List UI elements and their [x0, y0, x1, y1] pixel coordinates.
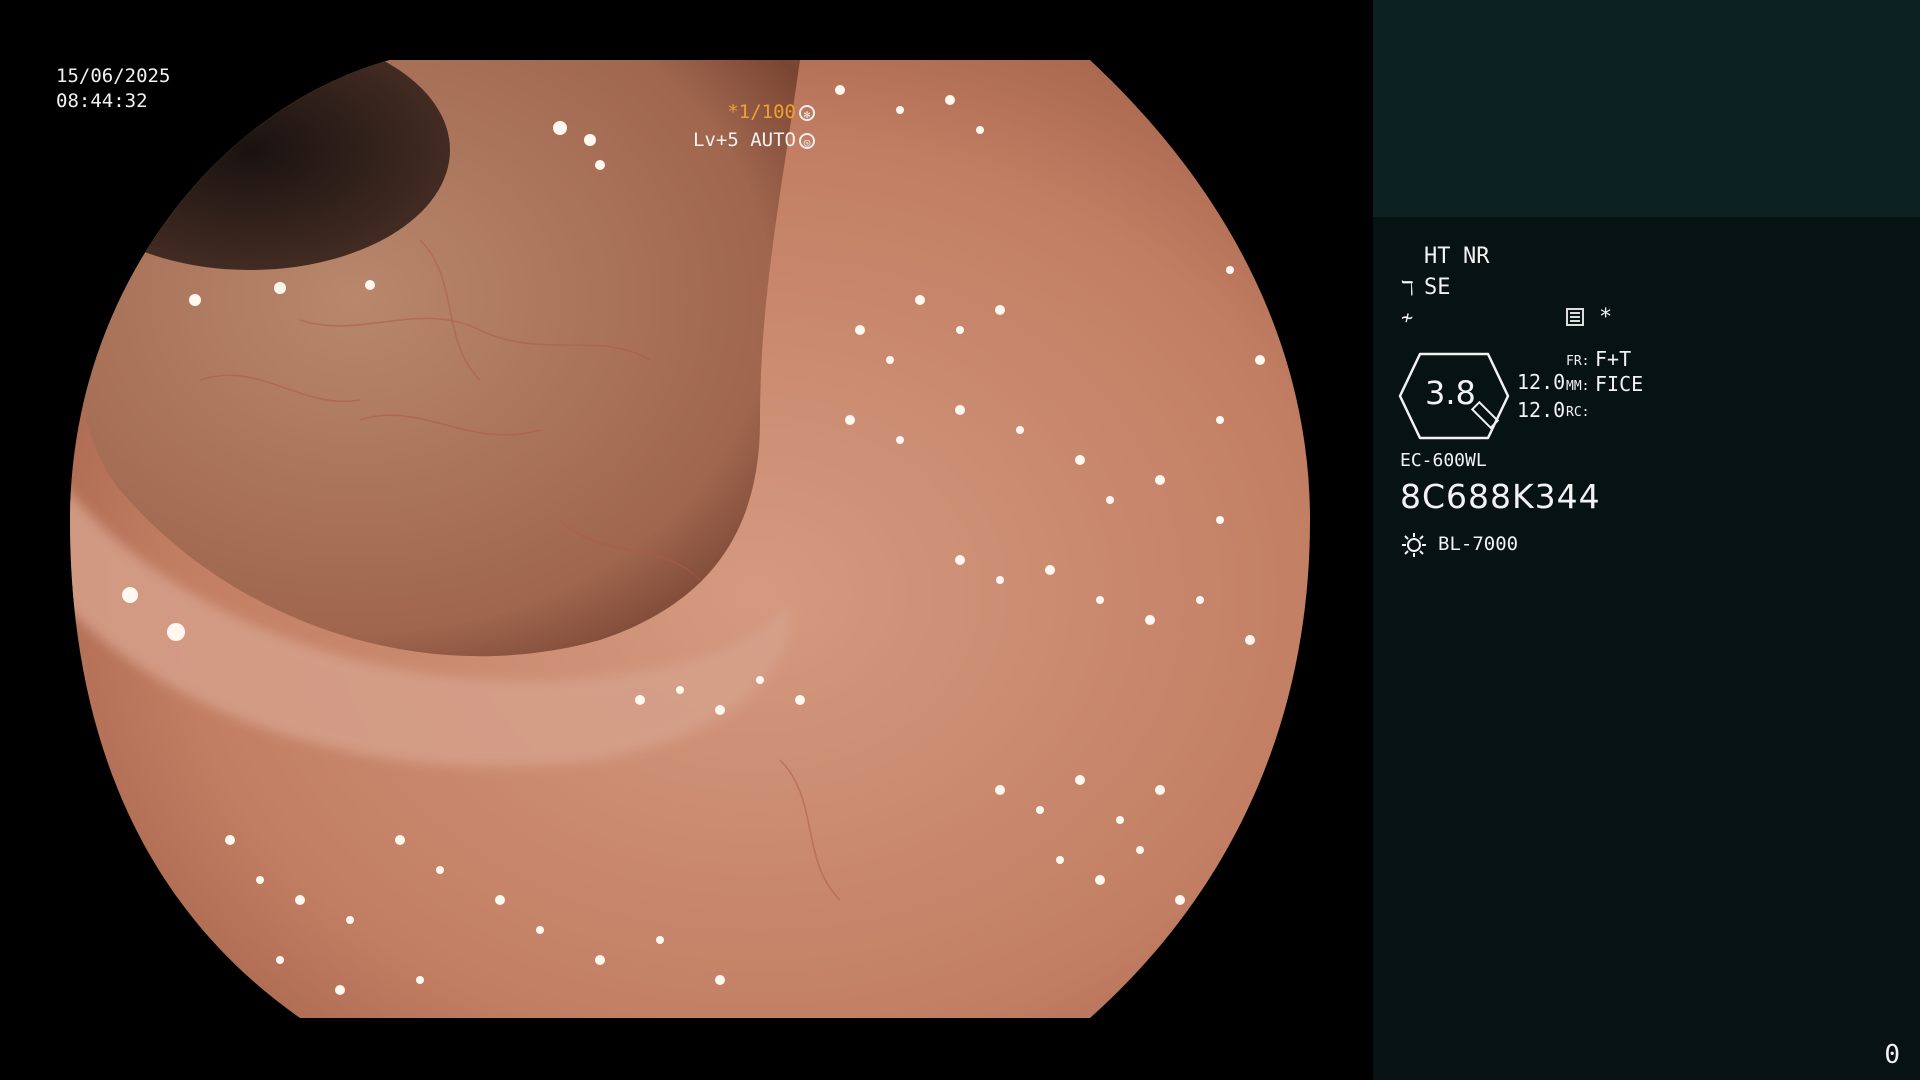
- light-source-icon: [1402, 533, 1426, 557]
- info-sidebar: HT NR ℸ SE ≁ * 3.8 12.0 12.0 FR: F+T MM:…: [1373, 0, 1920, 1080]
- shutter-speed: *1/100: [727, 101, 796, 123]
- time-text: 08:44:32: [56, 90, 148, 112]
- mm-value: FICE: [1595, 372, 1644, 396]
- se-indicator: SE: [1424, 275, 1451, 300]
- nr-indicator: NR: [1463, 244, 1490, 269]
- setting-value-b: 12.0: [1517, 398, 1566, 422]
- structure-enhance-icon: ℸ: [1401, 276, 1414, 300]
- light-source-label: BL-7000: [1438, 533, 1519, 555]
- date-time-display: 15/06/2025 08:44:32: [56, 64, 170, 114]
- mm-label: MM:: [1566, 379, 1590, 394]
- rc-label: RC:: [1566, 405, 1590, 420]
- ht-indicator: HT: [1424, 244, 1451, 269]
- tissue-image: [70, 60, 1310, 1018]
- level-row: Lv+5 AUTO ◎: [693, 126, 815, 154]
- fr-value: F+T: [1595, 347, 1632, 371]
- star-indicator: *: [1599, 305, 1613, 330]
- freeze-icon: ≁: [1401, 305, 1414, 329]
- sidebar-top-panel: [1373, 0, 1920, 217]
- brightness-level: Lv+5 AUTO: [693, 129, 796, 151]
- auto-iris-icon: ◎: [799, 132, 815, 149]
- endoscopy-video-area: 15/06/2025 08:44:32 *1/100 ✻ Lv+5 AUTO ◎: [0, 0, 1373, 1080]
- menu-icon: [1566, 308, 1584, 326]
- fr-label: FR:: [1566, 354, 1590, 369]
- image-counter: 0: [1884, 1040, 1900, 1070]
- endoscopic-view: [70, 60, 1310, 1018]
- scope-serial: 8C688K344: [1400, 477, 1601, 516]
- scope-model: EC-600WL: [1400, 450, 1487, 471]
- zoom-value: 3.8: [1425, 374, 1476, 412]
- setting-value-a: 12.0: [1517, 370, 1566, 394]
- shutter-row: *1/100 ✻: [693, 98, 815, 126]
- camera-status: *1/100 ✻ Lv+5 AUTO ◎: [693, 98, 815, 154]
- aperture-icon: ✻: [799, 104, 815, 121]
- date-text: 15/06/2025: [56, 65, 171, 87]
